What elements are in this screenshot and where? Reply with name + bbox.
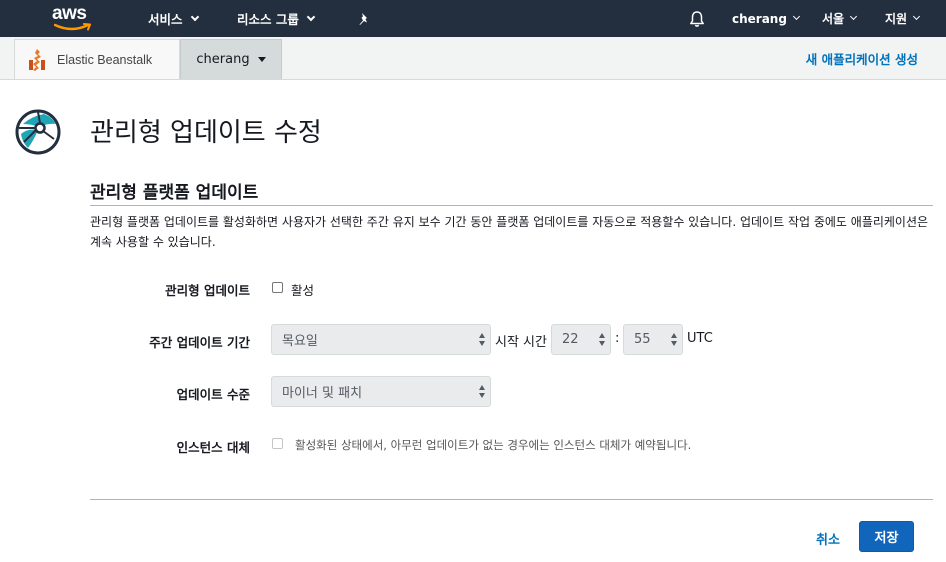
chevron-down-icon <box>306 12 316 21</box>
elastic-beanstalk-home-button[interactable]: Elastic Beanstalk <box>14 39 180 79</box>
environment-dropdown[interactable]: cherang <box>180 39 282 79</box>
support-menu[interactable]: 지원 <box>885 0 921 37</box>
region-menu[interactable]: 서울 <box>822 0 858 37</box>
managed-updates-globe-icon <box>15 109 61 155</box>
aws-logo-text: aws <box>52 3 87 24</box>
services-menu[interactable]: 서비스 <box>148 0 199 37</box>
elastic-beanstalk-icon <box>29 48 45 71</box>
update-level-select[interactable]: 마이너 및 패치 <box>271 376 491 407</box>
update-level-value: 마이너 및 패치 <box>282 386 363 401</box>
cancel-button[interactable]: 취소 <box>816 529 840 548</box>
pin-button[interactable] <box>357 0 371 37</box>
start-minute-select[interactable]: 55 <box>623 324 683 355</box>
select-arrows-icon <box>479 385 486 399</box>
select-arrows-icon <box>599 333 606 347</box>
caret-down-icon <box>257 57 266 62</box>
instance-replacement-checkbox[interactable] <box>272 438 283 449</box>
save-button[interactable]: 저장 <box>859 521 914 552</box>
footer-divider <box>90 499 933 500</box>
service-bar: Elastic Beanstalk cherang 새 애플리케이션 생성 <box>0 37 946 80</box>
chevron-down-icon <box>190 12 199 21</box>
chevron-down-icon <box>913 12 921 21</box>
managed-update-label: 관리형 업데이트 <box>165 283 250 298</box>
user-name: cherang <box>732 11 787 26</box>
create-new-application-link[interactable]: 새 애플리케이션 생성 <box>806 37 918 80</box>
day-of-week-value: 목요일 <box>282 334 318 349</box>
service-name: Elastic Beanstalk <box>57 52 153 67</box>
managed-update-checkbox[interactable] <box>272 282 283 293</box>
section-title: 관리형 플랫폼 업데이트 <box>90 183 259 203</box>
aws-smile-icon <box>54 23 91 31</box>
section-divider <box>90 205 933 206</box>
support-label: 지원 <box>885 12 908 26</box>
timezone-label: UTC <box>687 331 713 346</box>
page-title: 관리형 업데이트 수정 <box>90 118 322 148</box>
top-navigation: aws 서비스 리소스 그룹 cherang 서울 지원 <box>0 0 946 37</box>
resource-groups-menu[interactable]: 리소스 그룹 <box>237 0 316 37</box>
notifications-button[interactable] <box>689 0 705 37</box>
chevron-down-icon <box>792 12 800 21</box>
chevron-down-icon <box>850 12 858 21</box>
user-menu[interactable]: cherang <box>732 0 800 37</box>
section-description: 관리형 플랫폼 업데이트를 활성화하면 사용자가 선택한 주간 유지 보수 기간… <box>90 215 929 249</box>
start-hour-select[interactable]: 22 <box>551 324 611 355</box>
select-arrows-icon <box>479 333 486 347</box>
weekly-window-label: 주간 업데이트 기간 <box>149 335 250 350</box>
start-hour-value: 22 <box>562 332 579 347</box>
update-level-label: 업데이트 수준 <box>176 387 250 402</box>
aws-logo[interactable]: aws <box>52 3 96 33</box>
day-of-week-select[interactable]: 목요일 <box>271 324 491 355</box>
region-label: 서울 <box>822 12 845 26</box>
start-minute-value: 55 <box>634 332 651 347</box>
resource-groups-label: 리소스 그룹 <box>237 12 299 27</box>
instance-replacement-label: 인스턴스 대체 <box>176 440 250 455</box>
bell-icon <box>690 10 704 27</box>
time-separator: : <box>615 331 620 346</box>
select-arrows-icon <box>671 333 678 347</box>
start-time-label: 시작 시간 <box>495 335 547 350</box>
environment-name: cherang <box>196 52 250 67</box>
instance-replacement-checkbox-label: 활성화된 상태에서, 아무런 업데이트가 없는 경우에는 인스턴스 대체가 예약… <box>295 438 692 452</box>
managed-update-checkbox-label: 활성 <box>291 283 315 298</box>
pin-icon <box>359 12 367 25</box>
services-label: 서비스 <box>148 12 183 27</box>
